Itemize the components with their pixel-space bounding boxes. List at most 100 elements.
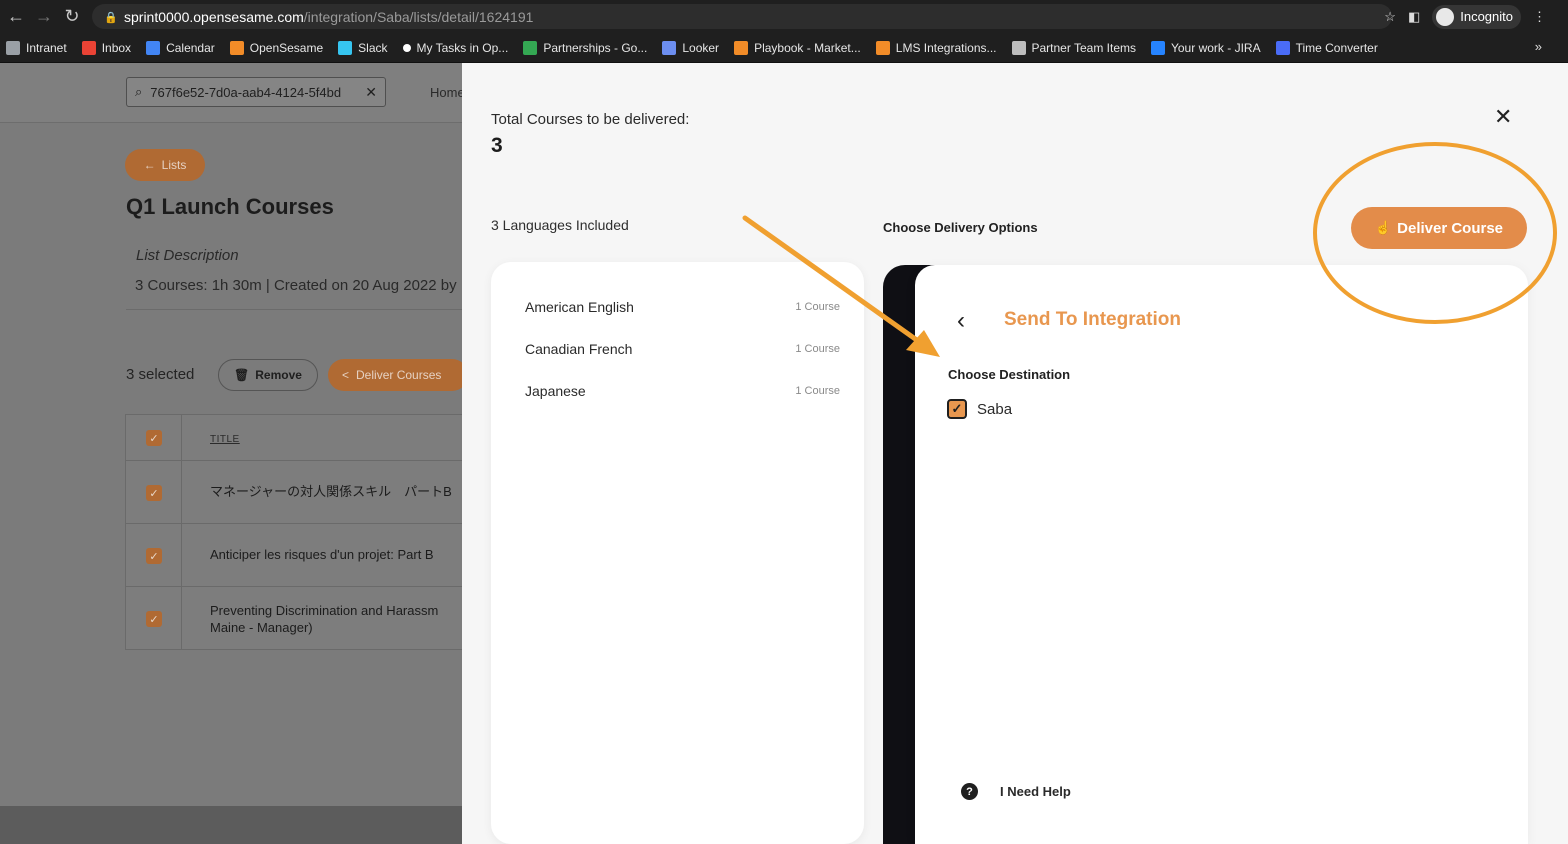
- clear-search-icon[interactable]: ✕: [365, 84, 377, 101]
- bookmark-label: Partnerships - Go...: [543, 40, 648, 55]
- bookmark-label: LMS Integrations...: [895, 40, 997, 55]
- nav-home-link[interactable]: Home: [430, 85, 462, 100]
- lock-icon: 🔒: [104, 11, 118, 24]
- chevron-left-icon[interactable]: ‹: [957, 307, 965, 335]
- reload-icon[interactable]: ↻: [58, 3, 86, 31]
- column-header-title[interactable]: TITLE: [210, 434, 240, 445]
- language-course-count: 1 Course: [795, 343, 840, 355]
- course-title: Anticiper les risques d'un projet: Part …: [210, 547, 434, 562]
- bookmark-icon: [402, 43, 411, 52]
- bookmark-icon: [734, 40, 749, 55]
- bookmark-icon: [1011, 40, 1026, 55]
- bookmark-label: Looker: [682, 40, 720, 55]
- bookmark-icon: [1275, 40, 1290, 55]
- incognito-label: Incognito: [1460, 9, 1513, 24]
- language-name: Japanese: [525, 383, 586, 399]
- incognito-icon: [1436, 7, 1455, 26]
- bookmark-item[interactable]: Time Converter: [1275, 40, 1378, 55]
- page-title: Q1 Launch Courses: [126, 194, 334, 219]
- search-input[interactable]: ⌕ 767f6e52-7d0a-aab4-4124-5f4bd ✕: [126, 77, 386, 107]
- list-description: List Description: [136, 247, 239, 264]
- search-icon: ⌕: [135, 84, 143, 99]
- destination-label: Choose Destination: [948, 367, 1071, 382]
- bookmark-item[interactable]: OpenSesame: [229, 40, 323, 55]
- arrow-left-icon: ←: [143, 158, 156, 172]
- bookmark-icon: [875, 40, 890, 55]
- back-to-lists-button[interactable]: ← Lists: [125, 149, 205, 181]
- browser-menu-icon[interactable]: ⋮: [1533, 9, 1546, 25]
- remove-button[interactable]: 🗑 Remove: [218, 359, 318, 391]
- sidebar-toggle-icon[interactable]: ◧: [1408, 9, 1420, 25]
- bookmark-item[interactable]: Partner Team Items: [1011, 40, 1136, 55]
- bookmark-item[interactable]: Playbook - Market...: [734, 40, 861, 55]
- course-title: マネージャーの対人関係スキル パートB: [210, 484, 452, 499]
- screen: ← → ↻ 🔒 sprint0000.opensesame.com/integr…: [0, 0, 1568, 844]
- bookmark-item[interactable]: Slack: [338, 40, 388, 55]
- bookmark-item[interactable]: Calendar: [146, 40, 215, 55]
- delivery-options-label: Choose Delivery Options: [883, 220, 1038, 235]
- destination-name: Saba: [977, 401, 1013, 418]
- bookmark-icon: [229, 40, 244, 55]
- total-courses-label: Total Courses to be delivered:: [491, 111, 690, 128]
- row-checkbox[interactable]: ✓: [146, 611, 162, 627]
- lists-button-label: Lists: [161, 158, 187, 172]
- bookmarks-overflow[interactable]: »: [1535, 39, 1542, 54]
- deliver-courses-label: Deliver Courses: [356, 368, 442, 382]
- select-all-checkbox[interactable]: ✓: [146, 430, 162, 446]
- url-host: sprint0000.opensesame.com: [124, 8, 304, 25]
- bookmark-icon: [338, 40, 353, 55]
- bookmark-item[interactable]: LMS Integrations...: [875, 40, 997, 55]
- course-title-line2: Maine - Manager): [210, 620, 313, 635]
- help-icon[interactable]: ?: [961, 783, 978, 800]
- bookmark-label: Calendar: [166, 40, 215, 55]
- list-detail-page: ⌕ 767f6e52-7d0a-aab4-4124-5f4bd ✕ Home ←…: [0, 63, 462, 844]
- language-course-count: 1 Course: [795, 301, 840, 313]
- language-name: American English: [525, 299, 634, 315]
- languages-card: American English 1 Course Canadian Frenc…: [491, 262, 864, 844]
- table-row[interactable]: ✓ マネージャーの対人関係スキル パートB: [126, 461, 462, 524]
- browser-toolbar: ← → ↻ 🔒 sprint0000.opensesame.com/integr…: [0, 0, 1568, 33]
- table-row[interactable]: ✓ Anticiper les risques d'un projet: Par…: [126, 524, 462, 587]
- bookmark-item[interactable]: Inbox: [81, 40, 131, 55]
- trash-icon: 🗑: [234, 368, 250, 382]
- table-row[interactable]: ✓ Preventing Discrimination and Harassm …: [126, 587, 462, 650]
- total-courses-value: 3: [491, 134, 503, 157]
- deliver-course-label: Deliver Course: [1397, 219, 1504, 237]
- close-icon[interactable]: ✕: [1494, 104, 1512, 130]
- search-value: 767f6e52-7d0a-aab4-4124-5f4bd: [150, 84, 342, 100]
- language-item: Canadian French 1 Course: [525, 341, 840, 357]
- bookmark-icon: [523, 40, 538, 55]
- bookmark-item[interactable]: My Tasks in Op...: [402, 40, 509, 55]
- bookmark-label: My Tasks in Op...: [416, 40, 509, 55]
- hand-cursor-icon: ☝: [1374, 220, 1392, 235]
- language-item: Japanese 1 Course: [525, 383, 840, 399]
- help-link[interactable]: I Need Help: [1000, 784, 1071, 799]
- bookmark-icon: [1150, 40, 1165, 55]
- back-arrow-icon[interactable]: ←: [2, 3, 30, 31]
- bookmark-item[interactable]: Your work - JIRA: [1150, 40, 1261, 55]
- bookmark-label: Partner Team Items: [1031, 40, 1136, 55]
- list-meta: 3 Courses: 1h 30m | Created on 20 Aug 20…: [135, 277, 457, 294]
- bookmarks-bar: Intranet Inbox Calendar OpenSesame Slack My T…: [0, 33, 1568, 63]
- url-path: /integration/Saba/lists/detail/1624191: [303, 8, 534, 25]
- deliver-course-button[interactable]: ☝ Deliver Course: [1351, 207, 1527, 249]
- bookmark-icon: [662, 40, 677, 55]
- bookmark-label: Intranet: [26, 40, 67, 55]
- incognito-badge[interactable]: Incognito: [1432, 4, 1521, 29]
- page-footer: [0, 806, 462, 844]
- bookmark-icon: [81, 40, 96, 55]
- bookmark-item[interactable]: Partnerships - Go...: [523, 40, 648, 55]
- integration-title: Send To Integration: [1004, 309, 1181, 330]
- row-checkbox[interactable]: ✓: [146, 485, 162, 501]
- share-icon: <: [342, 368, 350, 382]
- bookmark-item[interactable]: Intranet: [6, 40, 67, 55]
- address-bar[interactable]: 🔒 sprint0000.opensesame.com/integration/…: [92, 4, 1392, 29]
- language-name: Canadian French: [525, 341, 633, 357]
- row-checkbox[interactable]: ✓: [146, 548, 162, 564]
- destination-checkbox-saba[interactable]: ✓: [947, 399, 967, 419]
- bookmark-star-icon[interactable]: ☆: [1384, 9, 1396, 25]
- deliver-courses-button[interactable]: < Deliver Courses: [328, 359, 462, 391]
- language-item: American English 1 Course: [525, 299, 840, 315]
- bookmark-item[interactable]: Looker: [662, 40, 720, 55]
- forward-arrow-icon[interactable]: →: [30, 3, 58, 31]
